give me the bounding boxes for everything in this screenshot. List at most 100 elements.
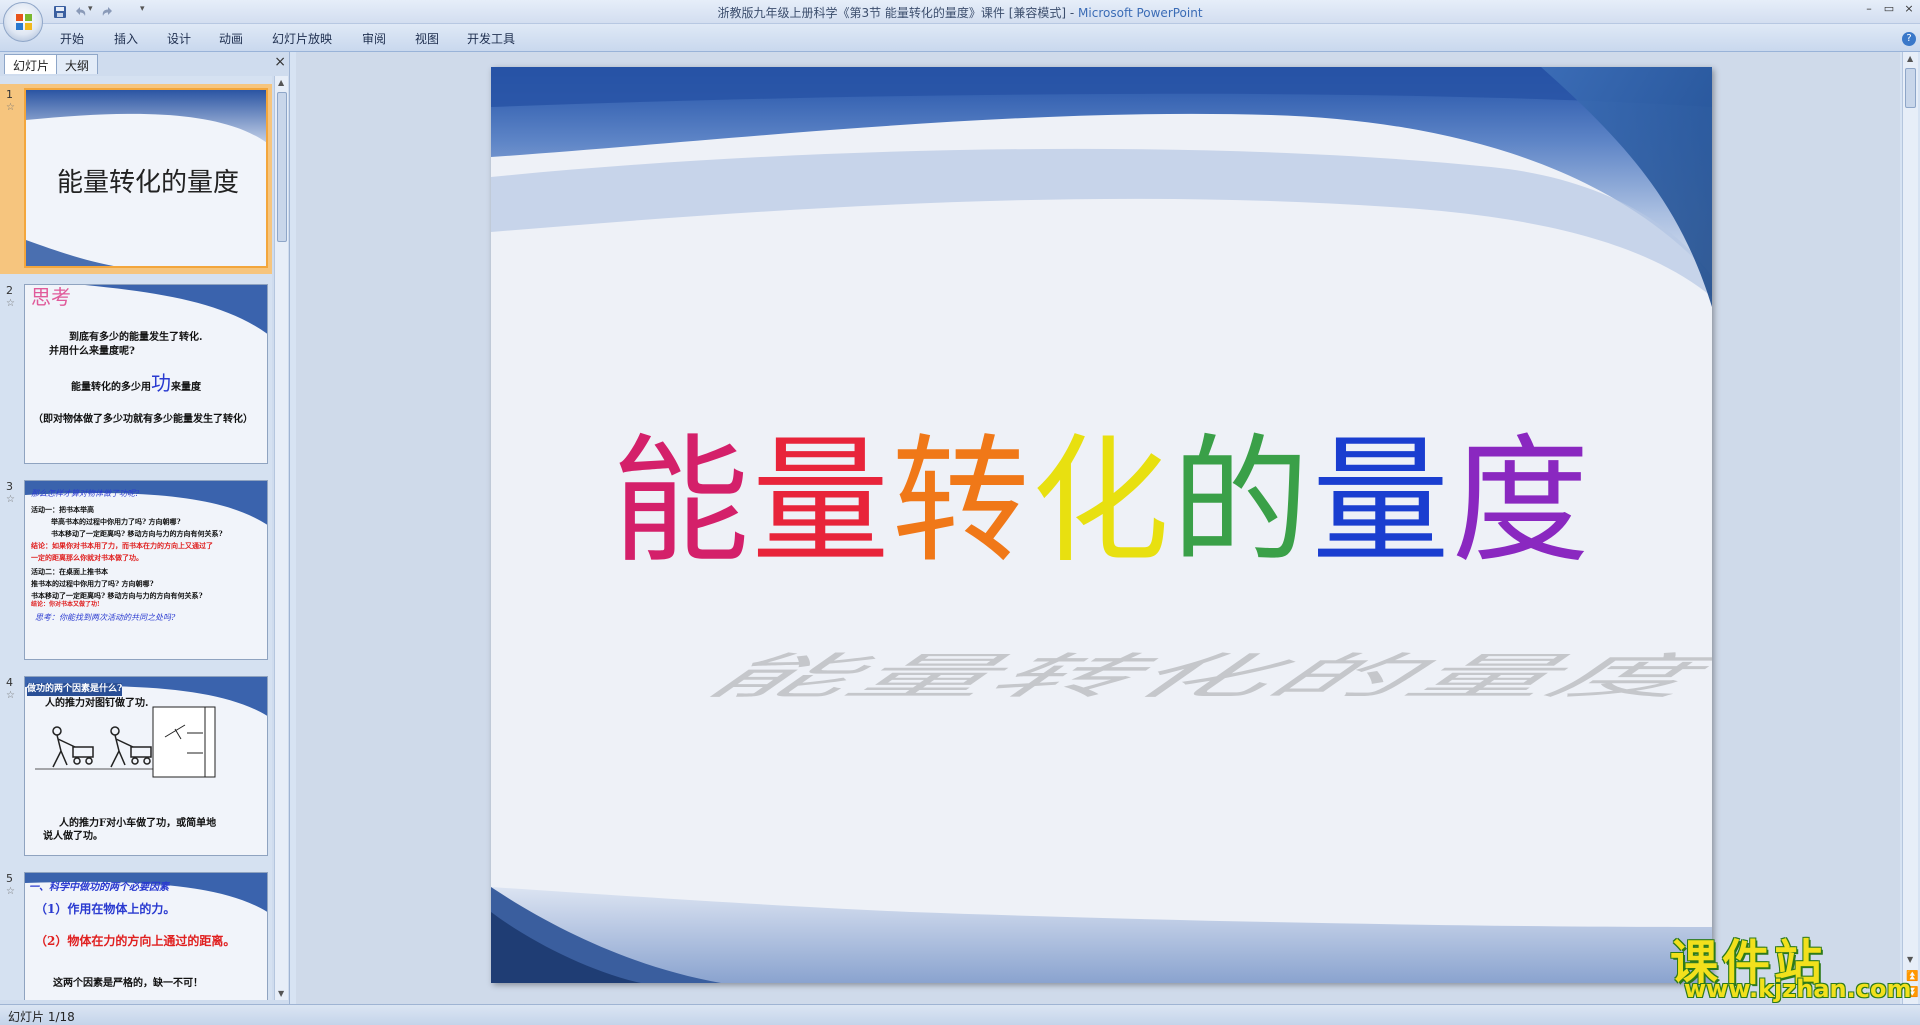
scroll-down-icon[interactable]: ▼ — [1907, 955, 1913, 964]
undo-icon[interactable] — [72, 4, 88, 20]
slide-title-char: 量 — [1311, 421, 1452, 582]
thumbnail-text-part: 来量度 — [171, 382, 201, 393]
slide-editing-area: 能量转化的量度 能量转化的量度 — [296, 52, 1900, 1004]
office-button[interactable] — [3, 2, 43, 42]
slide-title-char: 转 — [891, 421, 1032, 582]
push-pin-diagram — [152, 706, 216, 778]
tab-design[interactable]: 设计 — [167, 30, 191, 47]
panel-tabs: 幻灯片 大纲 × — [0, 52, 290, 74]
scrollbar-thumb[interactable] — [277, 92, 287, 242]
redo-icon[interactable] — [100, 4, 116, 20]
thumbnail-preview: 做功的两个因素是什么? 人的推力对图钉做了功. 人的推力F对小车做了功，或简单地… — [24, 676, 268, 856]
animation-star-icon: ☆ — [6, 298, 15, 309]
panel-close-icon[interactable]: × — [274, 54, 286, 70]
thumbnail-preview: 思考 到底有多少的能量发生了转化. 并用什么来量度呢? 能量转化的多少用功来量度… — [24, 284, 268, 464]
slide-title-char: 能 — [611, 421, 752, 582]
thumbnail-title: 能量转化的量度 — [56, 168, 239, 198]
thumbnail-text: 活动一：把书本举高 — [31, 505, 94, 514]
current-slide[interactable]: 能量转化的量度 能量转化的量度 — [491, 67, 1712, 983]
thumbnail-preview: 那么怎样才算对物体做了功呢? 活动一：把书本举高 举高书本的过程中你用力了吗? … — [24, 480, 268, 660]
thumbnail-text: （1）作用在物体上的力。 — [35, 902, 176, 916]
thumbnail-text: 到底有多少的能量发生了转化. — [69, 332, 203, 343]
tab-outline[interactable]: 大纲 — [56, 54, 99, 74]
scrollbar-thumb[interactable] — [1905, 68, 1916, 108]
tab-home[interactable]: 开始 — [60, 30, 84, 47]
thumbnail-text: 结论：你对书本又做了功! — [31, 601, 100, 608]
tab-insert[interactable]: 插入 — [114, 30, 138, 47]
customize-qat-icon[interactable]: ▾ — [140, 4, 156, 20]
ribbon-tabs: 开始 插入 设计 动画 幻灯片放映 审阅 视图 开发工具 ? — [0, 24, 1920, 52]
thumbnail-text: 这两个因素是严格的，缺一不可！ — [53, 978, 203, 989]
slide-thumbnail-5[interactable]: 5 ☆ 一、科学中做功的两个必要因素 （1）作用在物体上的力。 （2）物体在力的… — [0, 868, 272, 1000]
thumbnail-text: 一定的距离那么你就对书本做了功。 — [31, 553, 143, 562]
tab-review[interactable]: 审阅 — [362, 30, 386, 47]
scroll-up-icon[interactable]: ▲ — [278, 78, 284, 87]
thumbnail-text: 推书本的过程中你用力了吗? 方向朝哪? — [31, 579, 154, 588]
animation-star-icon: ☆ — [6, 690, 15, 701]
animation-star-icon: ☆ — [6, 886, 15, 897]
thumbnail-text: 能量转化的多少用功来量度 — [71, 373, 201, 394]
slide-thumbnail-3[interactable]: 3 ☆ 那么怎样才算对物体做了功呢? 活动一：把书本举高 举高书本的过程中你用力… — [0, 476, 272, 666]
thumbnail-text: （2）物体在力的方向上通过的距离。 — [35, 934, 236, 948]
tab-developer[interactable]: 开发工具 — [467, 30, 515, 47]
thumbnail-heading: 一、科学中做功的两个必要因素 — [29, 882, 169, 893]
slides-panel: 幻灯片 大纲 × 1 ☆ 能量转化的量度 2 ☆ 思考 到底有多少的能量发生了转… — [0, 52, 290, 1004]
tab-slides[interactable]: 幻灯片 — [4, 54, 59, 74]
thumbnail-text: 那么怎样才算对物体做了功呢? — [31, 489, 140, 498]
slide-thumbnail-4[interactable]: 4 ☆ 做功的两个因素是什么? 人的推力对图钉做了功. 人的推力F对小车做了功，… — [0, 672, 272, 862]
thumbnail-text-part: 能量转化的多少用 — [71, 382, 151, 393]
thumbnail-text: 书本移动了一定距离吗? 移动方向与力的方向有何关系? — [31, 591, 203, 600]
thumbnail-text: 人的推力对图钉做了功. — [45, 698, 149, 709]
slide-title-char: 度 — [1451, 421, 1592, 582]
slide-number: 1 — [6, 88, 13, 101]
thumbnail-text: 结论：如果你对书本用了力，而书本在力的方向上又通过了 — [31, 541, 213, 550]
minimize-button[interactable]: – — [1860, 2, 1878, 18]
slide-scrollbar[interactable]: ▲ ▼ ⏫ ⏬ — [1902, 52, 1918, 1004]
thumbnail-preview: 一、科学中做功的两个必要因素 （1）作用在物体上的力。 （2）物体在力的方向上通… — [24, 872, 268, 1000]
tab-view[interactable]: 视图 — [415, 30, 439, 47]
scroll-down-icon[interactable]: ▼ — [278, 989, 284, 998]
slide-title-char: 化 — [1031, 421, 1172, 582]
slide-title[interactable]: 能量转化的量度 — [491, 422, 1712, 582]
scroll-up-icon[interactable]: ▲ — [1907, 54, 1913, 63]
thumbnail-preview: 能量转化的量度 — [24, 88, 268, 268]
help-icon[interactable]: ? — [1902, 32, 1916, 46]
slide-thumbnail-1[interactable]: 1 ☆ 能量转化的量度 — [0, 84, 272, 274]
slide-number: 4 — [6, 676, 13, 689]
thumbnail-text: 书本移动了一定距离吗? 移动方向与力的方向有何关系? — [51, 529, 223, 538]
thumbnail-highlight: 功 — [151, 371, 171, 395]
thumbnail-text: 并用什么来量度呢? — [49, 346, 135, 357]
thumbnail-scrollbar[interactable]: ▲ ▼ — [274, 76, 288, 1000]
thumbnail-text: 活动二：在桌面上推书本 — [31, 567, 108, 576]
slide-number: 3 — [6, 480, 13, 493]
save-icon[interactable] — [52, 4, 68, 20]
tab-animation[interactable]: 动画 — [219, 30, 243, 47]
restore-button[interactable]: ▭ — [1880, 2, 1898, 18]
slide-title-char: 量 — [751, 421, 892, 582]
thumbnail-text: 说人做了功。 — [43, 831, 103, 842]
thumbnail-text: 人的推力F对小车做了功，或简单地 — [59, 818, 217, 829]
office-logo-icon — [16, 14, 32, 30]
slide-counter: 幻灯片 1/18 — [8, 1010, 75, 1024]
app-name: Microsoft PowerPoint — [1078, 6, 1203, 20]
thumbnail-text: 思考：你能找到两次活动的共同之处吗? — [35, 613, 176, 622]
thumbnail-background — [85, 285, 267, 334]
watermark-logo: 课件站 www.kjzhan.com — [1664, 923, 1911, 1003]
window-title: 浙教版九年级上册科学《第3节 能量转化的量度》课件 [兼容模式] - Micro… — [0, 4, 1920, 21]
thumbnail-heading: 做功的两个因素是什么? — [27, 683, 123, 696]
tab-slideshow[interactable]: 幻灯片放映 — [272, 30, 332, 47]
thumbnail-text: （即对物体做了多少功就有多少能量发生了转化） — [33, 414, 253, 425]
slide-thumbnail-2[interactable]: 2 ☆ 思考 到底有多少的能量发生了转化. 并用什么来量度呢? 能量转化的多少用… — [0, 280, 272, 470]
animation-star-icon: ☆ — [6, 102, 15, 113]
watermark-url: www.kjzhan.com — [1684, 975, 1912, 1003]
thumbnail-heading: 思考 — [31, 285, 71, 309]
title-reflection: 能量转化的量度 — [561, 637, 1712, 707]
worker-figures-illustration — [35, 726, 165, 770]
status-bar: 幻灯片 1/18 — [0, 1004, 1920, 1025]
thumbnail-list: 1 ☆ 能量转化的量度 2 ☆ 思考 到底有多少的能量发生了转化. 并用什么来量… — [0, 76, 272, 1000]
slide-title-char: 的 — [1171, 421, 1312, 582]
document-title: 浙教版九年级上册科学《第3节 能量转化的量度》课件 [兼容模式] - — [717, 6, 1079, 20]
close-button[interactable]: × — [1900, 2, 1918, 18]
title-bar: 浙教版九年级上册科学《第3节 能量转化的量度》课件 [兼容模式] - Micro… — [0, 0, 1920, 24]
slide-number: 5 — [6, 872, 13, 885]
